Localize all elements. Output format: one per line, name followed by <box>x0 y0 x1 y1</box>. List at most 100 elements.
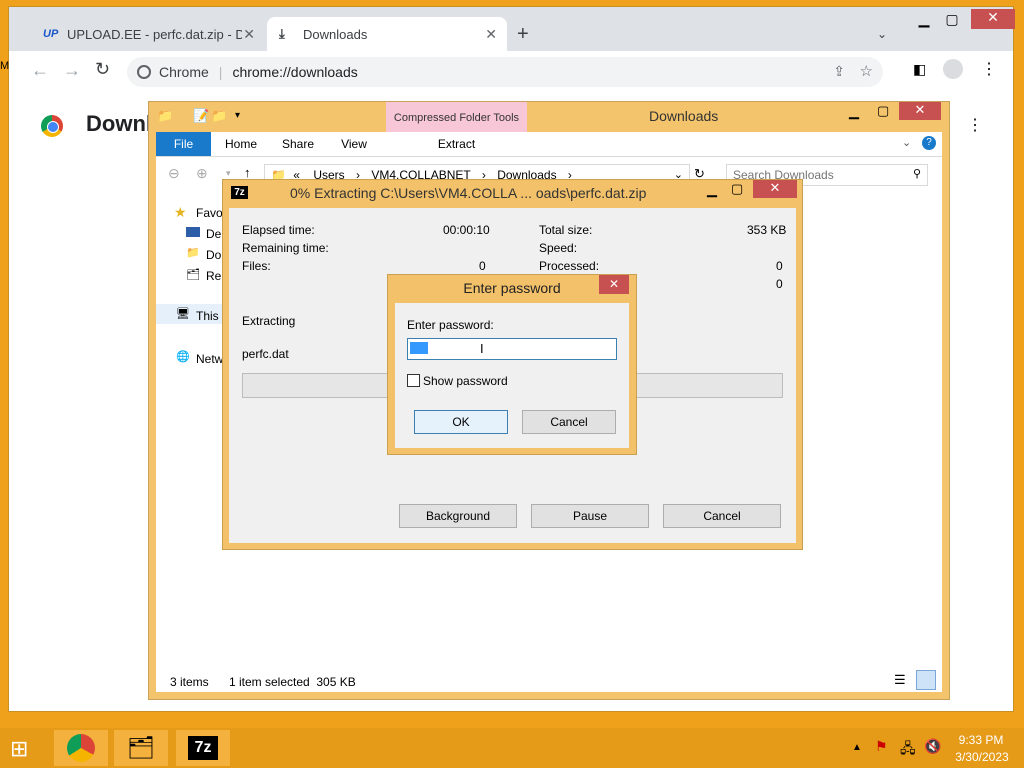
forward-icon[interactable]: → <box>63 60 81 81</box>
close-window-button[interactable]: ✕ <box>971 9 1015 29</box>
show-hidden-icons-icon[interactable]: ▲ <box>852 742 862 753</box>
omnibox[interactable]: Chrome | chrome://downloads ⇪ ☆ <box>127 57 883 87</box>
tab-title: Downloads <box>303 26 368 42</box>
start-windows-icon[interactable]: ⊞ <box>10 736 28 762</box>
volume-muted-icon[interactable]: 🔇 <box>924 738 941 755</box>
customize-toolbar-icon[interactable]: ▾ <box>235 110 240 121</box>
taskbar-file-explorer[interactable]: 🗂 <box>114 730 168 766</box>
back-icon[interactable]: ← <box>31 60 49 81</box>
processed-label: Processed: <box>539 259 600 273</box>
chrome-icon <box>67 734 95 762</box>
tray-date[interactable]: 3/30/2023 <box>954 750 1010 764</box>
tab-search-icon[interactable]: ⌄ <box>877 27 887 41</box>
quick-access-folder-icon: 📁 <box>157 108 174 123</box>
pause-button[interactable]: Pause <box>531 504 649 528</box>
tab-downloads[interactable]: ⤓ Downloads ✕ <box>267 17 507 51</box>
password-dialog: Enter password ✕ Enter password: I Show … <box>387 274 637 455</box>
minimize-button[interactable]: ▁ <box>909 11 939 28</box>
taskbar-7zip[interactable]: 7z <box>176 730 230 766</box>
upload-ee-favicon: UP <box>43 28 59 40</box>
close-button[interactable]: ✕ <box>899 102 941 120</box>
extracting-label: Extracting <box>242 314 296 328</box>
downloads-folder-icon: 📁 <box>186 247 200 259</box>
tab-extract[interactable]: Extract <box>386 132 527 156</box>
action-center-flag-icon[interactable]: ⚑ <box>875 738 888 755</box>
status-selection: 1 item selected 305 KB <box>229 675 356 689</box>
menu-kebab-icon[interactable]: ⋮ <box>981 59 997 79</box>
this-pc-icon: 🖥 <box>176 308 190 320</box>
maximize-button[interactable]: ▢ <box>937 11 967 28</box>
show-password-label[interactable]: Show password <box>423 374 508 388</box>
bookmark-star-icon[interactable]: ☆ <box>860 62 873 80</box>
nav-desktop[interactable]: De <box>206 227 221 241</box>
taskbar-chrome[interactable] <box>54 730 108 766</box>
maximize-button[interactable]: ▢ <box>731 181 743 197</box>
elapsed-label: Elapsed time: <box>242 223 315 237</box>
new-tab-button[interactable]: + <box>517 23 529 46</box>
nav-network[interactable]: Netw <box>196 352 223 366</box>
elapsed-value: 00:00:10 <box>443 223 490 237</box>
back-icon[interactable]: ⊖ <box>168 165 180 182</box>
total-size-value: 353 KB <box>747 223 787 237</box>
file-explorer-icon: 🗂 <box>127 735 155 760</box>
close-dialog-button[interactable]: ✕ <box>599 275 629 294</box>
side-panel-icon[interactable]: ◧ <box>913 61 926 78</box>
tab-upload[interactable]: UP UPLOAD.EE - perfc.dat.zip - Dow ✕ <box>31 17 265 51</box>
tray-time[interactable]: 9:33 PM <box>956 733 1006 747</box>
close-tab-icon[interactable]: ✕ <box>485 26 497 43</box>
up-arrow-icon[interactable]: ↑ <box>244 165 251 180</box>
text-cursor-icon: I <box>480 341 484 356</box>
tab-home[interactable]: Home <box>216 132 266 156</box>
forward-icon[interactable]: ⊕ <box>196 165 208 182</box>
password-dialog-body: Enter password: I Show password OK Cance… <box>395 303 629 448</box>
profile-avatar-icon[interactable] <box>943 59 963 79</box>
cancel-button[interactable]: Cancel <box>663 504 781 528</box>
nav-downloads[interactable]: Do <box>206 248 221 262</box>
7zip-logo-icon: 7z <box>231 186 248 199</box>
properties-icon[interactable]: 📝 <box>193 108 209 124</box>
help-icon[interactable]: ? <box>922 136 936 150</box>
site-label: Chrome <box>159 64 209 80</box>
details-view-icon[interactable]: ☰ <box>894 672 906 688</box>
favorites-star-icon: ★ <box>174 204 187 220</box>
background-button[interactable]: Background <box>399 504 517 528</box>
tab-title: UPLOAD.EE - perfc.dat.zip - Dow <box>67 26 242 42</box>
show-password-checkbox[interactable] <box>407 374 420 387</box>
new-folder-icon[interactable]: 📁 <box>211 108 227 124</box>
password-field[interactable]: I <box>407 338 617 360</box>
taskbar: ⊞ 🗂 7z ▲ ⚑ 🖧 🔇 9:33 PM 3/30/2023 <box>0 728 1024 768</box>
tab-view[interactable]: View <box>328 132 380 156</box>
tab-share[interactable]: Share <box>272 132 324 156</box>
close-tab-icon[interactable]: ✕ <box>243 26 255 43</box>
network-tray-icon[interactable]: 🖧 <box>900 738 916 762</box>
url-text: chrome://downloads <box>232 64 358 80</box>
nav-this-pc[interactable]: This <box>196 309 219 323</box>
recent-places-icon: 🗂 <box>186 269 200 281</box>
cancel-button[interactable]: Cancel <box>522 410 616 434</box>
nav-favorites[interactable]: Favo <box>196 206 223 220</box>
status-item-count: 3 items <box>170 675 209 689</box>
chrome-site-icon <box>137 65 151 79</box>
speed-label: Speed: <box>539 241 578 255</box>
sevenzip-title: 0% Extracting C:\Users\VM4.COLLA ... oad… <box>290 185 647 201</box>
close-button[interactable]: ✕ <box>753 180 797 198</box>
reload-icon[interactable]: ↻ <box>95 59 110 80</box>
files-label: Files: <box>242 259 271 273</box>
minimize-button[interactable]: ▁ <box>707 182 717 198</box>
page-menu-icon[interactable]: ⋮ <box>967 115 983 135</box>
share-icon[interactable]: ⇪ <box>833 63 845 80</box>
large-icons-view-icon[interactable] <box>916 670 936 690</box>
ok-button[interactable]: OK <box>414 410 508 434</box>
browser-toolbar: ← → ↻ Chrome | chrome://downloads ⇪ ☆ ◧ … <box>9 51 1013 91</box>
expand-ribbon-icon[interactable]: ⌄ <box>902 136 911 149</box>
network-icon: 🌐 <box>176 351 190 363</box>
edge-letter: M <box>0 60 10 72</box>
maximize-button[interactable]: ▢ <box>877 103 889 119</box>
current-file: perfc.dat <box>242 347 289 361</box>
tab-file[interactable]: File <box>156 132 211 156</box>
explorer-title: Downloads <box>649 108 719 124</box>
files-value: 0 <box>479 259 486 273</box>
nav-recent[interactable]: Re <box>206 269 221 283</box>
minimize-button[interactable]: ▁ <box>849 104 859 120</box>
recent-locations-icon[interactable]: ▾ <box>226 168 231 179</box>
